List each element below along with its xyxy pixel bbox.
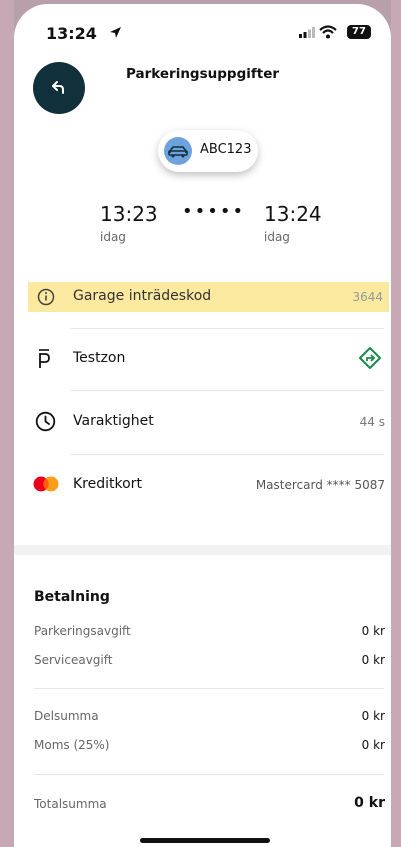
end-time: 13:24 (264, 202, 322, 226)
divider (34, 774, 384, 775)
payment-method-label: Kreditkort (73, 476, 142, 492)
divider (70, 390, 384, 391)
duration-value: 44 s (359, 415, 385, 429)
home-indicator[interactable] (140, 838, 270, 843)
page-title: Parkeringsuppgifter (125, 66, 280, 82)
vat-label: Moms (25%) (34, 738, 110, 752)
total-label: Totalsumma (34, 797, 107, 811)
time-separator: ••••• (182, 201, 246, 222)
divider (70, 328, 384, 329)
garage-code-row: Garage inträdeskod 3644 (28, 282, 389, 312)
directions-icon[interactable] (359, 347, 381, 369)
vat-value: 0 kr (361, 738, 385, 752)
divider (34, 688, 384, 689)
zone-label: Testzon (73, 350, 126, 366)
subtotal-value: 0 kr (361, 709, 385, 723)
divider (70, 454, 384, 455)
mastercard-icon (33, 476, 59, 492)
frame-left (0, 0, 14, 847)
battery-indicator: 77 (347, 25, 371, 39)
start-day: idag (100, 230, 126, 244)
garage-code-value: 3644 (352, 290, 383, 304)
plate-number: ABC123 (200, 142, 252, 157)
car-icon (164, 137, 192, 165)
duration-label: Varaktighet (73, 413, 154, 429)
license-plate-chip: ABC123 (158, 130, 258, 172)
info-icon (37, 288, 55, 306)
section-separator (14, 545, 391, 555)
parking-fee-value: 0 kr (361, 624, 385, 638)
parking-icon (39, 349, 50, 368)
signal-icon (299, 27, 315, 38)
payment-method-value: Mastercard **** 5087 (255, 478, 385, 492)
back-arrow-icon (52, 81, 64, 94)
location-arrow-icon (110, 27, 121, 38)
total-value: 0 kr (354, 795, 385, 811)
wifi-icon (319, 25, 337, 39)
status-time: 13:24 (46, 24, 97, 43)
end-day: idag (264, 230, 290, 244)
garage-code-label: Garage inträdeskod (73, 288, 212, 304)
start-time: 13:23 (100, 202, 158, 226)
clock-icon (35, 411, 56, 432)
parking-fee-label: Parkeringsavgift (34, 624, 131, 638)
service-fee-label: Serviceavgift (34, 653, 113, 667)
payment-section-title: Betalning (34, 589, 110, 605)
service-fee-value: 0 kr (361, 653, 385, 667)
frame-right (391, 0, 401, 847)
subtotal-label: Delsumma (34, 709, 99, 723)
phone-screen: 13:24 77 Parkeringsuppgifter ABC123 13:2… (14, 4, 391, 847)
